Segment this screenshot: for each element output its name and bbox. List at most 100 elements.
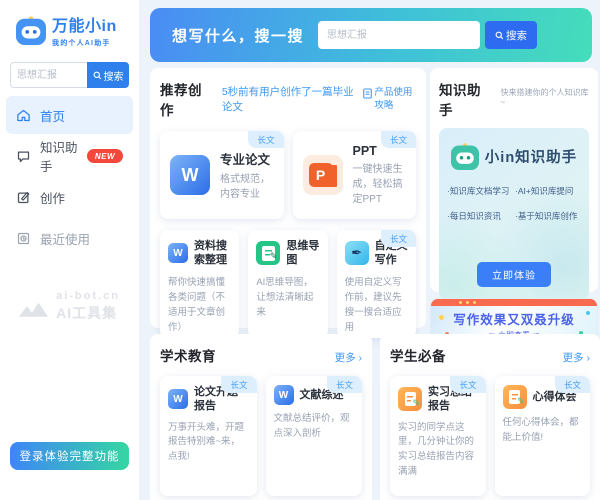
sidebar-item-create[interactable]: 创作	[6, 178, 133, 216]
sidebar-item-label: 最近使用	[40, 229, 90, 248]
long-text-badge: 长文	[450, 376, 485, 393]
login-button[interactable]: 登录体验完整功能	[10, 442, 129, 470]
sidebar-item-recent[interactable]: 最近使用	[6, 219, 133, 257]
home-icon	[16, 108, 31, 123]
card-title: 思维导图	[286, 239, 319, 268]
card-custom-writing[interactable]: 长文 ✒ 自定义写作 使用自定义写作前，建议先搜一搜合适应用	[337, 230, 416, 338]
card-desc: 文献总结评价，观点深入剖析	[274, 412, 355, 441]
ppt-letter: P	[309, 163, 333, 187]
doc-icon	[363, 88, 372, 99]
knowledge-feature: ·AI+知识库提问	[515, 185, 581, 197]
long-text-badge: 长文	[221, 376, 256, 393]
long-text-badge: 长文	[381, 131, 416, 148]
robot-icon	[451, 142, 479, 170]
chat-icon	[16, 149, 31, 164]
hero-prompt: 想写什么，搜一搜	[172, 25, 304, 46]
long-text-badge: 长文	[248, 131, 283, 148]
report-icon: ✎	[398, 387, 422, 411]
card-material-search[interactable]: W 资料搜索整理 帮你快速搞懂各类问题（不适用于文章创作）	[160, 230, 239, 338]
card-title: 资料搜索整理	[194, 239, 231, 268]
word-icon: W	[170, 155, 210, 195]
card-title: 专业论文	[220, 149, 274, 168]
new-badge: NEW	[87, 149, 123, 163]
card-literature-review[interactable]: 长文 W 文献综述 文献总结评价，观点深入剖析	[266, 376, 363, 496]
main-content: 想写什么，搜一搜 搜索 推荐创作 5秒前有用户创作了一篇毕业论文 产品使用攻略 …	[148, 0, 600, 500]
student-section: 学生必备 更多 › 长文 ✎ 实习总结报告 实习的同学点这里，几分钟让你的实习总…	[380, 334, 600, 500]
product-guide-link[interactable]: 产品使用攻略	[363, 87, 416, 113]
sidebar-item-home[interactable]: 首页	[6, 96, 133, 134]
sidebar-item-knowledge[interactable]: 知识助手 NEW	[6, 137, 133, 175]
app-subtitle: 我的个人AI助手	[52, 38, 117, 48]
mindmap-icon: ✎	[256, 241, 280, 265]
robot-logo-icon	[16, 15, 46, 45]
knowledge-assistant-card[interactable]: 小in知识助手 ·知识库文档学习 ·AI+知识库提问 ·每日知识资讯 ·基于知识…	[439, 128, 589, 300]
section-title: 学术教育	[160, 345, 216, 365]
ai-bot-logo-icon	[19, 297, 49, 317]
hero-search-input[interactable]	[318, 21, 480, 49]
knowledge-subtitle: 快来搭建你的个人知识库~	[500, 87, 589, 107]
card-desc: 万事开头难，开题报告特别难~来，点我!	[168, 421, 249, 465]
sidebar-item-label: 创作	[40, 188, 65, 207]
sidebar-search-button[interactable]: 搜索	[87, 62, 129, 88]
app-logo: 万能小in 我的个人AI助手	[0, 0, 139, 58]
card-desc: 使用自定义写作前，建议先搜一搜合适应用	[345, 275, 408, 336]
long-text-badge: 长文	[327, 376, 362, 393]
pen-glyph: ✎	[270, 251, 278, 262]
hero-search-button[interactable]: 搜索	[485, 21, 537, 49]
sidebar-item-label: 知识助手	[40, 137, 78, 175]
knowledge-card-title: 小in知识助手	[485, 146, 577, 167]
edit-icon	[16, 190, 31, 205]
hero-search-banner: 想写什么，搜一搜 搜索	[150, 8, 592, 62]
pen-glyph: ✎	[517, 396, 525, 407]
long-text-badge: 长文	[555, 376, 590, 393]
watermark-line1: ai-bot.cn	[56, 290, 120, 302]
banner-top-bar	[431, 299, 597, 306]
app-title: 万能小in	[52, 12, 117, 36]
sidebar: 万能小in 我的个人AI助手 搜索 首页 知识助手 NEW 创	[0, 0, 140, 500]
card-desc: 实习的同学点这里，几分钟让你的实习总结报告内容满满	[398, 421, 478, 480]
card-desc: 一键快速生成，轻松搞定PPT	[353, 162, 407, 207]
knowledge-title: 知识助手	[439, 79, 492, 119]
knowledge-feature: ·知识库文档学习	[447, 185, 513, 197]
sidebar-item-label: 首页	[40, 106, 65, 125]
academic-section: 学术教育 更多 › 长文 W 论文开题报告 万事开头难，开题报告特别难~来，点我…	[150, 334, 372, 500]
word-icon: W	[168, 389, 188, 409]
card-ppt[interactable]: 长文 P PPT 一键快速生成，轻松搞定PPT	[293, 131, 417, 219]
recommend-title: 推荐创作	[160, 79, 212, 119]
long-text-badge: 长文	[381, 230, 416, 247]
knowledge-panel: 知识助手 快来搭建你的个人知识库~ 小in知识助手 ·知识库文档学习	[430, 68, 598, 292]
app-window: 万能小in 我的个人AI助手 搜索 首页 知识助手 NEW 创	[0, 0, 600, 500]
ai-bot-watermark: ai-bot.cn AI工具集	[0, 290, 139, 323]
card-desc: AI思维导图，让想法清晰起来	[256, 275, 319, 321]
card-mindmap[interactable]: ✎ 思维导图 AI思维导图，让想法清晰起来	[248, 230, 327, 338]
guide-link-label: 产品使用攻略	[374, 87, 412, 111]
pen-glyph: ✎	[412, 398, 420, 409]
try-now-button[interactable]: 立即体验	[477, 262, 551, 287]
recent-icon	[16, 231, 31, 246]
card-reflections[interactable]: 长文 ✎ 心得体会 任何心得体会，都能上价值!	[495, 376, 591, 496]
search-icon	[93, 71, 102, 80]
card-desc: 任何心得体会，都能上价值!	[503, 416, 583, 445]
sidebar-search-label: 搜索	[104, 68, 124, 83]
card-desc: 帮你快速搞懂各类问题（不适用于文章创作）	[168, 275, 231, 336]
search-icon	[495, 31, 504, 40]
card-desc: 格式规范，内容专业	[220, 172, 274, 202]
card-internship-report[interactable]: 长文 ✎ 实习总结报告 实习的同学点这里，几分钟让你的实习总结报告内容满满	[390, 376, 486, 496]
notes-icon: ✎	[503, 385, 527, 409]
sidebar-menu: 首页 知识助手 NEW 创作 最近使用	[0, 96, 139, 257]
fountain-pen-icon: ✒	[345, 241, 369, 265]
more-link[interactable]: 更多 ›	[335, 350, 362, 365]
word-doc-icon: W	[168, 243, 188, 263]
more-link[interactable]: 更多 ›	[563, 350, 590, 365]
ppt-icon: P	[303, 155, 343, 195]
recommend-panel: 推荐创作 5秒前有用户创作了一篇毕业论文 产品使用攻略 长文 W 专业论文 格式…	[150, 68, 426, 328]
knowledge-feature: ·基于知识库创作	[515, 210, 581, 222]
banner-headline: 写作效果又双叒升级	[431, 309, 597, 328]
watermark-line2: AI工具集	[56, 303, 120, 323]
card-professional-thesis[interactable]: 长文 W 专业论文 格式规范，内容专业	[160, 131, 284, 219]
card-thesis-proposal[interactable]: 长文 W 论文开题报告 万事开头难，开题报告特别难~来，点我!	[160, 376, 257, 496]
sidebar-search-input[interactable]	[10, 62, 87, 88]
word-icon: W	[274, 385, 294, 405]
hero-search-label: 搜索	[506, 28, 527, 43]
section-title: 学生必备	[390, 345, 446, 365]
